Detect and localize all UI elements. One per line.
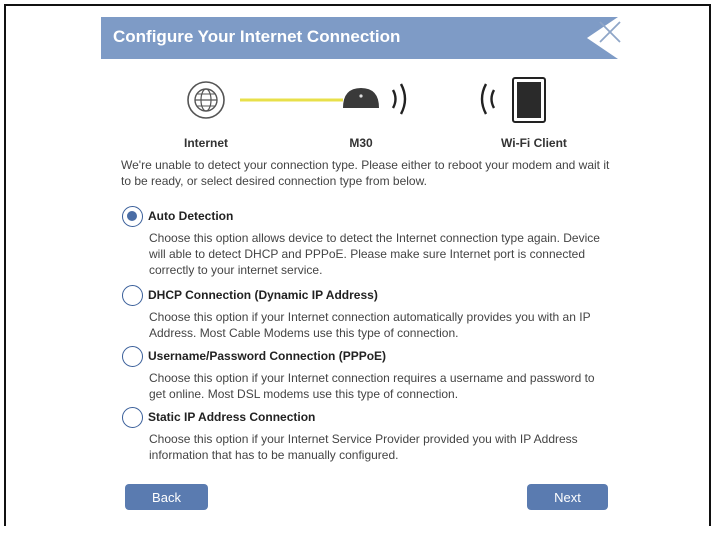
signal-waves-icon — [480, 83, 496, 115]
option-description: Choose this option if your Internet conn… — [149, 371, 595, 401]
next-button[interactable]: Next — [527, 484, 608, 510]
network-diagram — [187, 77, 546, 123]
radio-auto-detection[interactable] — [122, 206, 143, 227]
radio-dhcp[interactable] — [122, 285, 143, 306]
back-button[interactable]: Back — [125, 484, 208, 510]
signal-waves-icon — [391, 83, 407, 115]
globe-icon — [187, 81, 225, 119]
option-description: Choose this option allows device to dete… — [149, 231, 600, 277]
option-description: Choose this option if your Internet Serv… — [149, 432, 578, 462]
tablet-icon — [512, 77, 546, 123]
internet-label: Internet — [183, 136, 228, 150]
option-label[interactable]: Static IP Address Connection — [148, 410, 315, 424]
device-label: M30 — [349, 136, 373, 150]
option-label[interactable]: DHCP Connection (Dynamic IP Address) — [148, 288, 378, 302]
radio-pppoe[interactable] — [122, 346, 143, 367]
radio-static-ip[interactable] — [122, 407, 143, 428]
option-label[interactable]: Username/Password Connection (PPPoE) — [148, 349, 386, 363]
intro-text: We're unable to detect your connection t… — [121, 158, 610, 188]
option-description: Choose this option if your Internet conn… — [149, 310, 591, 340]
client-label: Wi-Fi Client — [501, 136, 567, 150]
option-label[interactable]: Auto Detection — [148, 209, 233, 223]
router-icon — [343, 88, 379, 108]
